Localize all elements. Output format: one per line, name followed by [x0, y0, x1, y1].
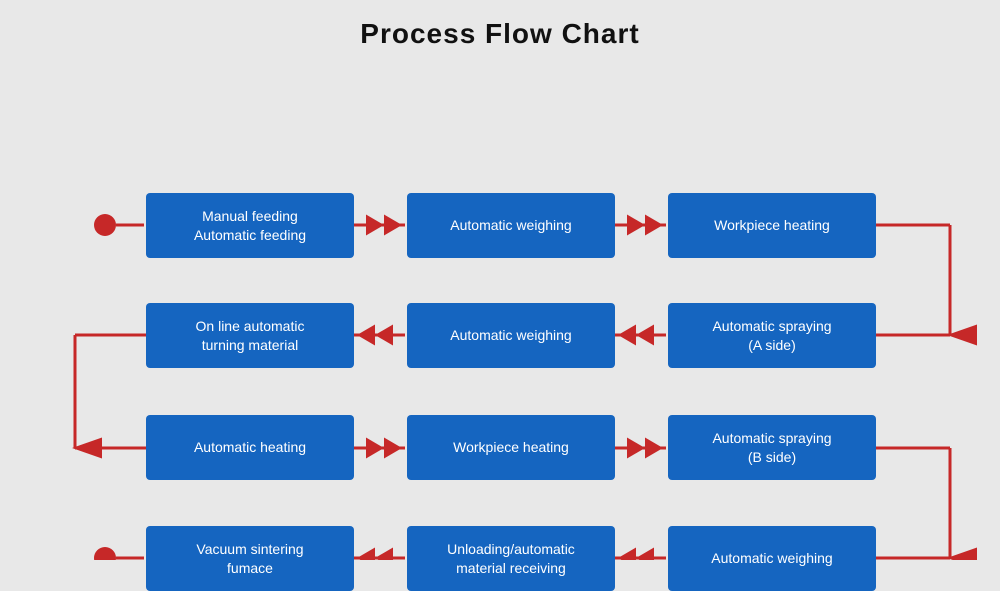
box-online-turning: On line automaticturning material: [146, 303, 354, 368]
box-auto-spraying-b: Automatic spraying(B side): [668, 415, 876, 480]
page-title: Process Flow Chart: [0, 0, 1000, 50]
box-workpiece-heating-2: Workpiece heating: [407, 415, 615, 480]
box-unloading: Unloading/automaticmaterial receiving: [407, 526, 615, 591]
box-workpiece-heating-1: Workpiece heating: [668, 193, 876, 258]
box-manual-feeding: Manual feedingAutomatic feeding: [146, 193, 354, 258]
box-auto-weighing-1: Automatic weighing: [407, 193, 615, 258]
box-auto-weighing-4: Automatic weighing: [668, 526, 876, 591]
box-auto-weighing-2: Automatic weighing: [407, 303, 615, 368]
box-auto-heating: Automatic heating: [146, 415, 354, 480]
box-vacuum-sintering: Vacuum sinteringfumace: [146, 526, 354, 591]
box-auto-spraying-a: Automatic spraying(A side): [668, 303, 876, 368]
